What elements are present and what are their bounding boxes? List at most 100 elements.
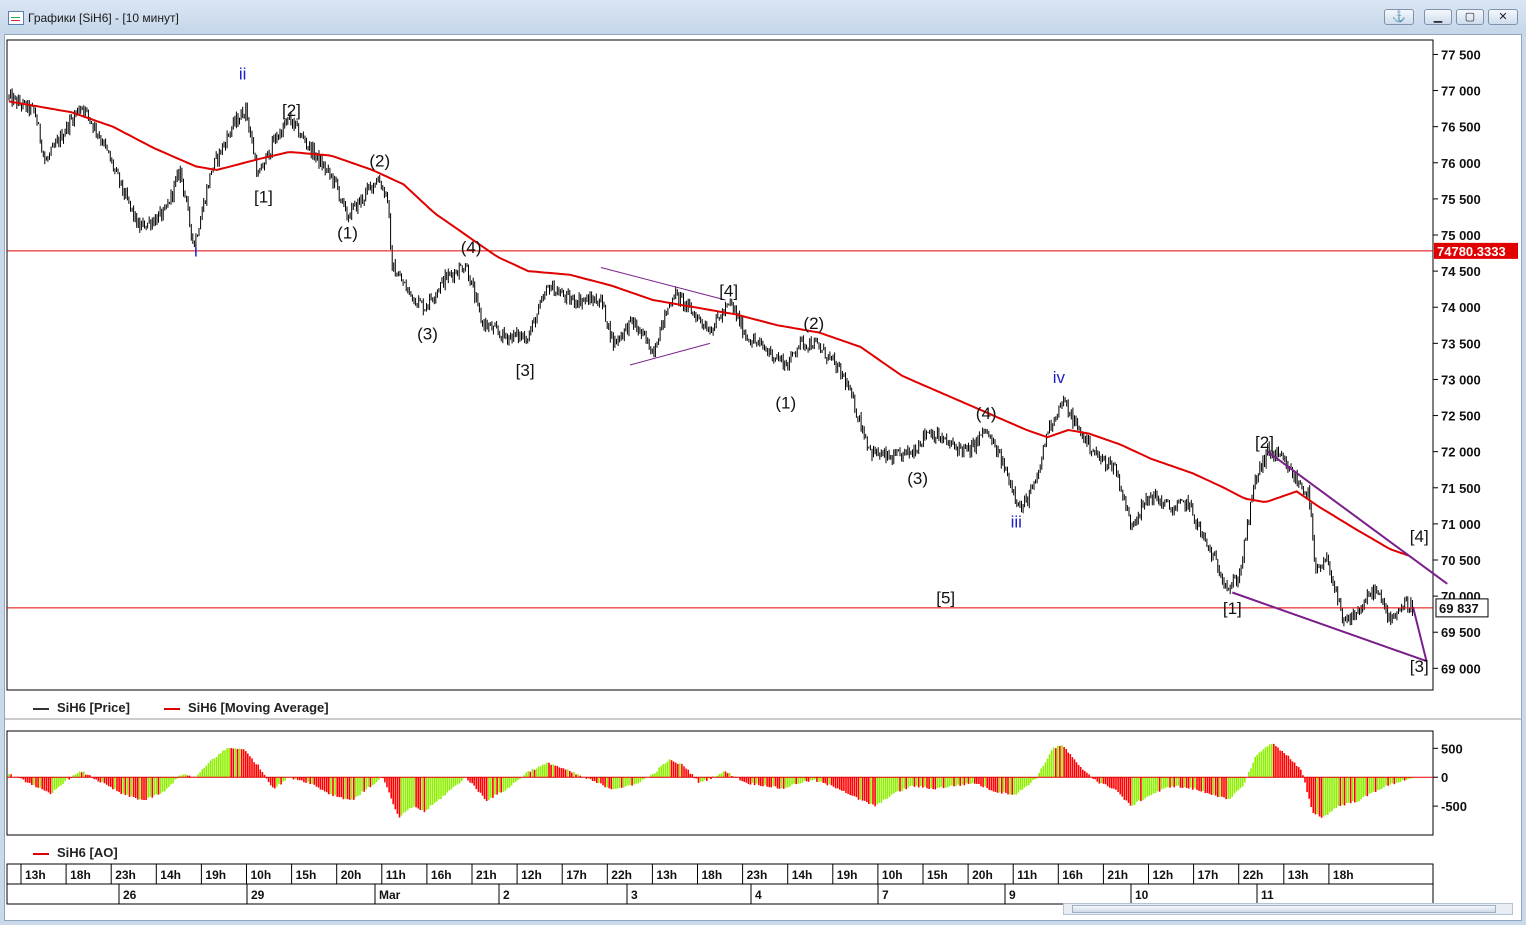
hour-label: 16h: [431, 868, 452, 882]
price-tick-label: 71 000: [1441, 517, 1481, 532]
price-tick-label: 73 500: [1441, 336, 1481, 351]
chart-app-icon: [8, 11, 24, 25]
price-tick-label: 73 000: [1441, 372, 1481, 387]
hour-label: 10h: [251, 868, 272, 882]
legend-ma-label: SiH6 [Moving Average]: [188, 700, 329, 715]
wave-label: [2]: [282, 101, 301, 120]
pin-button[interactable]: ⚓: [1384, 9, 1414, 25]
wave-label: [1]: [1223, 599, 1242, 618]
wave-label: [3]: [1410, 657, 1429, 676]
ao-tick-label: -500: [1441, 799, 1467, 814]
wave-label: (1): [775, 393, 796, 412]
ao-axis[interactable]: 500 0 -500: [1433, 741, 1467, 814]
hour-label: 18h: [1333, 868, 1354, 882]
price-tick-label: 77 000: [1441, 84, 1481, 99]
wave-label: iv: [1053, 368, 1066, 387]
hour-label: 18h: [70, 868, 91, 882]
hour-label: 12h: [521, 868, 542, 882]
price-tick-label: 74 000: [1441, 300, 1481, 315]
level-value-lower: 69 837: [1439, 601, 1479, 616]
legend-price-label: SiH6 [Price]: [57, 700, 130, 715]
price-tick-label: 71 500: [1441, 481, 1481, 496]
hour-label: 13h: [25, 868, 46, 882]
hour-label: 18h: [702, 868, 723, 882]
level-value-upper: 74780.3333: [1437, 244, 1506, 259]
wave-label: (1): [337, 224, 358, 243]
day-label: 2: [503, 888, 510, 902]
hour-label: 11h: [1017, 868, 1037, 882]
hour-label: 22h: [1243, 868, 1264, 882]
ma-legend-swatch: [164, 707, 180, 710]
price-tick-label: 72 000: [1441, 445, 1481, 460]
hour-label: 23h: [747, 868, 768, 882]
ao-tick-label: 0: [1441, 770, 1448, 785]
wave-label: (2): [803, 314, 824, 333]
day-label: 4: [755, 888, 762, 902]
window-title: Графики [SiH6] - [10 минут]: [28, 11, 179, 25]
chart-canvas[interactable]: ii [2] [1] i (2) (1) (4) (3) [3] [4] (2) (1) iv (4) (3…: [5, 35, 1521, 920]
scrollbar-thumb[interactable]: [1072, 905, 1496, 913]
hour-label: 14h: [160, 868, 181, 882]
day-label: 10: [1135, 888, 1149, 902]
legend-moving-average: SiH6 [Moving Average]: [164, 700, 329, 715]
legend-ao: SiH6 [AO]: [33, 845, 118, 860]
time-axis[interactable]: 13h 18h 23h 14h 19h 10h 15h 20h 11h 16h 21h 12h 17h 2…: [6, 863, 1434, 905]
price-tick-label: 76 000: [1441, 156, 1481, 171]
wave-label: [3]: [516, 361, 535, 380]
wave-label: [5]: [936, 588, 955, 607]
wave-label: i: [194, 242, 198, 261]
time-axis-days-row: [6, 883, 1434, 905]
day-label: Mar: [379, 888, 401, 902]
hour-label: 13h: [656, 868, 677, 882]
wave-label: (4): [461, 238, 482, 257]
wave-label: [4]: [1410, 527, 1429, 546]
day-label: 29: [251, 888, 265, 902]
price-plot-frame: [6, 39, 1434, 691]
wave-label: (4): [976, 404, 997, 423]
hour-label: 13h: [1288, 868, 1309, 882]
legend-ao-label: SiH6 [AO]: [57, 845, 118, 860]
hour-label: 19h: [205, 868, 226, 882]
day-label: 11: [1261, 888, 1274, 902]
wave-label: ii: [239, 65, 247, 84]
legend-price: SiH6 [Price]: [33, 700, 130, 715]
hour-label: 23h: [115, 868, 136, 882]
price-tick-label: 70 500: [1441, 553, 1481, 568]
ao-legend-swatch: [33, 852, 49, 855]
wave-label: (3): [417, 325, 438, 344]
title-bar: Графики [SiH6] - [10 минут] ⚓ ▁ ▢ ✕: [0, 0, 1526, 34]
horizontal-scrollbar[interactable]: [1063, 903, 1513, 915]
wave-label: [2]: [1255, 433, 1274, 452]
hour-label: 15h: [296, 868, 317, 882]
hour-label: 12h: [1153, 868, 1174, 882]
close-button[interactable]: ✕: [1488, 9, 1518, 25]
ao-tick-label: 500: [1441, 741, 1463, 756]
price-tick-label: 74 500: [1441, 264, 1481, 279]
price-tick-label: 75 500: [1441, 192, 1481, 207]
hour-label: 11h: [386, 868, 406, 882]
chart-window: ii [2] [1] i (2) (1) (4) (3) [3] [4] (2) (1) iv (4) (3…: [4, 34, 1522, 921]
wave-label: (3): [907, 469, 928, 488]
hour-label: 17h: [566, 868, 587, 882]
wave-label: iii: [1011, 513, 1022, 532]
minimize-button[interactable]: ▁: [1424, 9, 1452, 25]
hour-label: 10h: [882, 868, 903, 882]
price-tick-label: 76 500: [1441, 120, 1481, 135]
day-label: 3: [631, 888, 638, 902]
hour-label: 14h: [792, 868, 813, 882]
day-label: 7: [882, 888, 889, 902]
price-tick-label: 77 500: [1441, 47, 1481, 62]
price-tick-label: 75 000: [1441, 228, 1481, 243]
wave-label: (2): [369, 151, 390, 170]
maximize-button[interactable]: ▢: [1456, 9, 1484, 25]
wave-label: [4]: [719, 281, 738, 300]
price-legend-swatch: [33, 707, 49, 710]
day-label: 9: [1009, 888, 1016, 902]
day-label: 26: [123, 888, 137, 902]
hour-label: 21h: [476, 868, 497, 882]
price-tick-label: 72 500: [1441, 409, 1481, 424]
wave-label: [1]: [254, 188, 273, 207]
hour-label: 22h: [611, 868, 632, 882]
hour-label: 17h: [1198, 868, 1219, 882]
hour-label: 16h: [1062, 868, 1083, 882]
